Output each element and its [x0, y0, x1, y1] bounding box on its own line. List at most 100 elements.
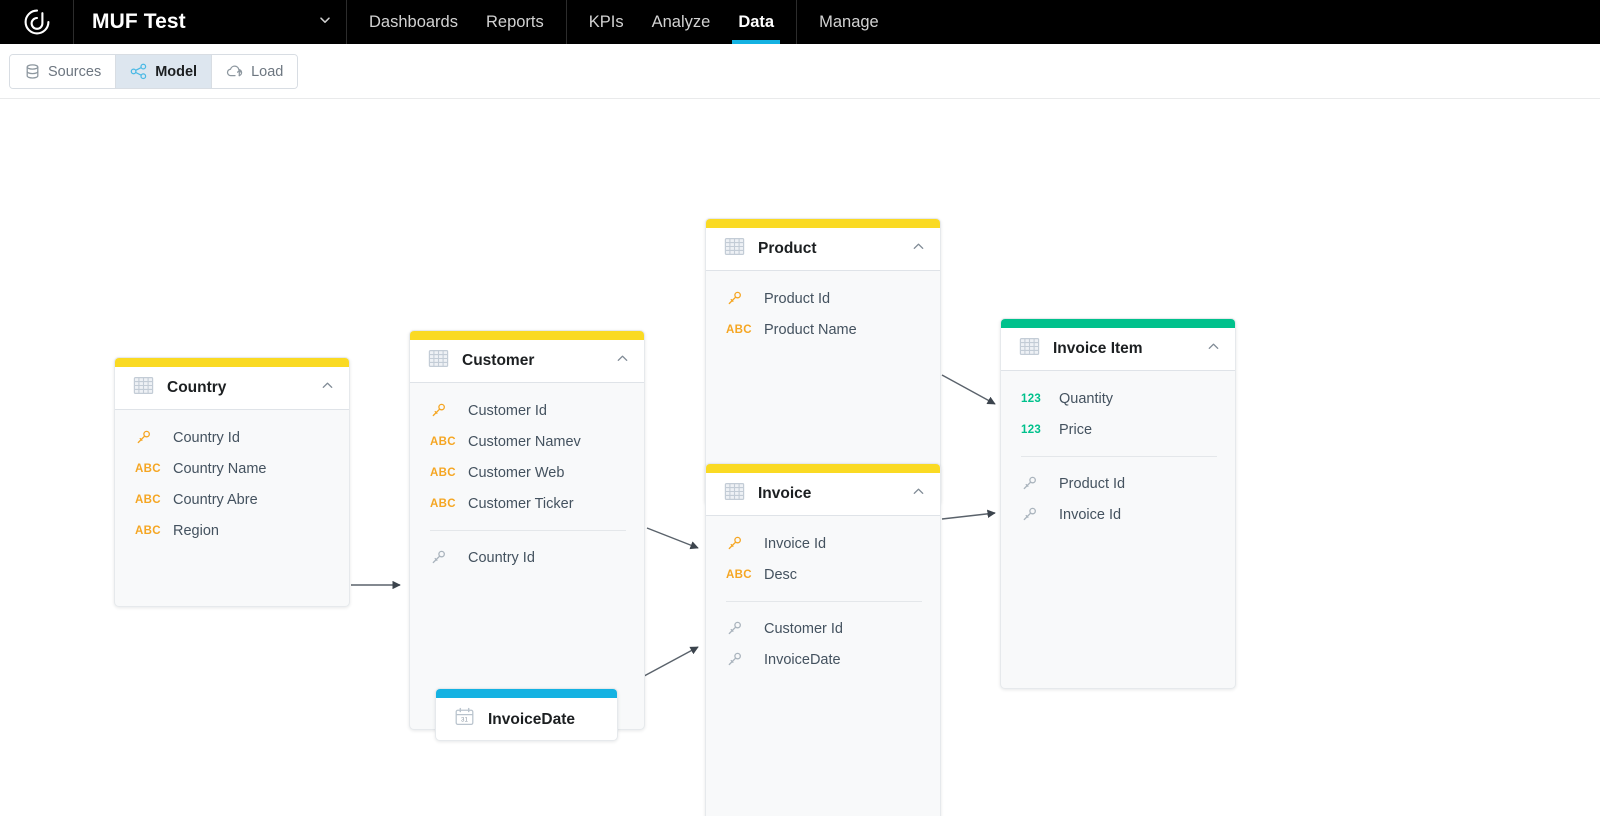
node-header[interactable]: Country: [115, 367, 349, 410]
field-row[interactable]: Invoice Id: [1001, 499, 1235, 530]
chevron-up-icon[interactable]: [911, 239, 926, 259]
entity-node-product[interactable]: Product Product Id ABC Product Name: [705, 218, 941, 505]
share-graph-icon: [130, 63, 148, 80]
table-grid-icon: [724, 237, 745, 261]
field-label: Customer Id: [468, 402, 547, 419]
nav-item-manage[interactable]: Manage: [805, 0, 893, 44]
top-navigation-bar: MUF Test Dashboards Reports KPIs Analyze…: [0, 0, 1600, 44]
123-icon: 123: [1021, 423, 1042, 436]
field-label: Quantity: [1059, 390, 1113, 407]
cloud-upload-icon: [226, 63, 244, 80]
relationship-edge-product-to-invoice-item: [941, 374, 996, 405]
field-row[interactable]: 123 Quantity: [1001, 383, 1235, 414]
node-accent-bar: [706, 219, 940, 228]
chevron-up-icon[interactable]: [1206, 339, 1221, 359]
node-accent-bar: [436, 689, 617, 698]
field-row[interactable]: Country Id: [115, 422, 349, 453]
entity-node-invoice-item[interactable]: Invoice Item 123 Quantity 123 Price Prod…: [1000, 318, 1236, 689]
logical-data-model-canvas[interactable]: Country Country Id ABC Country Name ABC …: [0, 99, 1600, 816]
key-icon: [1021, 506, 1047, 523]
field-row[interactable]: ABC Customer Namev: [410, 426, 644, 457]
nav-item-label: Data: [738, 12, 775, 31]
field-row[interactable]: ABC Customer Ticker: [410, 488, 644, 519]
database-icon: [24, 63, 41, 80]
nav-item-label: Reports: [485, 12, 544, 31]
nav-item-dashboards[interactable]: Dashboards: [355, 0, 472, 44]
tab-label: Model: [155, 63, 198, 80]
node-header[interactable]: Product: [706, 228, 940, 271]
field-row[interactable]: ABC Country Abre: [115, 484, 349, 515]
field-label: Country Name: [173, 460, 267, 477]
field-row[interactable]: Customer Id: [410, 395, 644, 426]
field-group-divider: [430, 530, 626, 531]
field-row[interactable]: Invoice Id: [706, 528, 940, 559]
field-row[interactable]: ABC Customer Web: [410, 457, 644, 488]
nav-item-reports[interactable]: Reports: [472, 0, 558, 44]
key-icon: [726, 290, 752, 307]
project-selector[interactable]: MUF Test: [74, 0, 347, 44]
field-row[interactable]: ABC Product Name: [706, 314, 940, 345]
entity-node-invoicedate[interactable]: 31 InvoiceDate: [435, 688, 618, 741]
field-row[interactable]: Product Id: [1001, 468, 1235, 499]
tab-load[interactable]: Load: [212, 55, 298, 88]
node-title: Invoice: [758, 485, 812, 502]
chevron-up-icon[interactable]: [615, 351, 630, 371]
nav-group-analytics: KPIs Analyze Data: [567, 0, 798, 44]
table-grid-icon: [1019, 337, 1040, 361]
chevron-up-icon[interactable]: [320, 378, 335, 398]
abc-icon: ABC: [135, 462, 161, 475]
node-field-list: Country Id ABC Country Name ABC Country …: [115, 410, 349, 546]
node-title: Country: [167, 379, 227, 396]
field-row[interactable]: Country Id: [410, 542, 644, 573]
node-header[interactable]: Customer: [410, 340, 644, 383]
node-header[interactable]: Invoice Item: [1001, 328, 1235, 371]
node-title: Customer: [462, 352, 535, 369]
field-row[interactable]: InvoiceDate: [706, 644, 940, 675]
abc-icon: ABC: [135, 524, 161, 537]
node-field-list: Invoice Id ABC Desc Customer Id InvoiceD…: [706, 516, 940, 675]
abc-icon: ABC: [430, 435, 456, 448]
nav-item-label: Analyze: [651, 12, 711, 31]
field-row[interactable]: ABC Desc: [706, 559, 940, 590]
tab-label: Load: [251, 63, 284, 80]
entity-node-invoice[interactable]: Invoice Invoice Id ABC Desc Customer Id …: [705, 463, 941, 816]
node-header[interactable]: 31 InvoiceDate: [436, 698, 617, 740]
data-mode-segmented-control: Sources Model Load: [9, 54, 299, 89]
field-row[interactable]: 123 Price: [1001, 414, 1235, 445]
field-group-divider: [1021, 456, 1217, 457]
table-grid-icon: [428, 349, 449, 373]
node-header[interactable]: Invoice: [706, 473, 940, 516]
tab-sources[interactable]: Sources: [10, 55, 117, 88]
node-title: Product: [758, 240, 817, 257]
field-label: InvoiceDate: [764, 651, 841, 668]
key-icon: [726, 620, 752, 637]
nav-item-analyze[interactable]: Analyze: [638, 0, 725, 44]
field-row[interactable]: Customer Id: [706, 613, 940, 644]
field-row[interactable]: Product Id: [706, 283, 940, 314]
nav-group-workspace: Dashboards Reports: [347, 0, 567, 44]
field-label: Customer Web: [468, 464, 565, 481]
nav-item-label: Dashboards: [369, 12, 458, 31]
tab-model[interactable]: Model: [116, 55, 213, 88]
nav-group-admin: Manage: [797, 0, 901, 44]
app-logo[interactable]: [0, 0, 74, 44]
calendar-icon: 31: [454, 707, 475, 732]
field-row[interactable]: ABC Country Name: [115, 453, 349, 484]
key-icon: [430, 402, 456, 419]
nav-item-label: KPIs: [588, 12, 624, 31]
field-label: Desc: [764, 566, 798, 583]
node-field-list: Customer Id ABC Customer Namev ABC Custo…: [410, 383, 644, 573]
entity-node-customer[interactable]: Customer Customer Id ABC Customer Namev …: [409, 330, 645, 730]
field-label: Region: [173, 522, 219, 539]
data-section-toolbar: Sources Model Load Search for name or id…: [0, 44, 1600, 133]
nav-item-kpis[interactable]: KPIs: [575, 0, 638, 44]
node-title: Invoice Item: [1053, 340, 1143, 357]
gooddata-logo-icon: [23, 8, 51, 36]
field-row[interactable]: ABC Region: [115, 515, 349, 546]
chevron-up-icon[interactable]: [911, 484, 926, 504]
nav-item-data[interactable]: Data: [724, 0, 788, 44]
entity-node-country[interactable]: Country Country Id ABC Country Name ABC …: [114, 357, 350, 607]
node-title: InvoiceDate: [488, 710, 576, 728]
key-icon: [135, 429, 161, 446]
table-grid-icon: [724, 482, 745, 506]
